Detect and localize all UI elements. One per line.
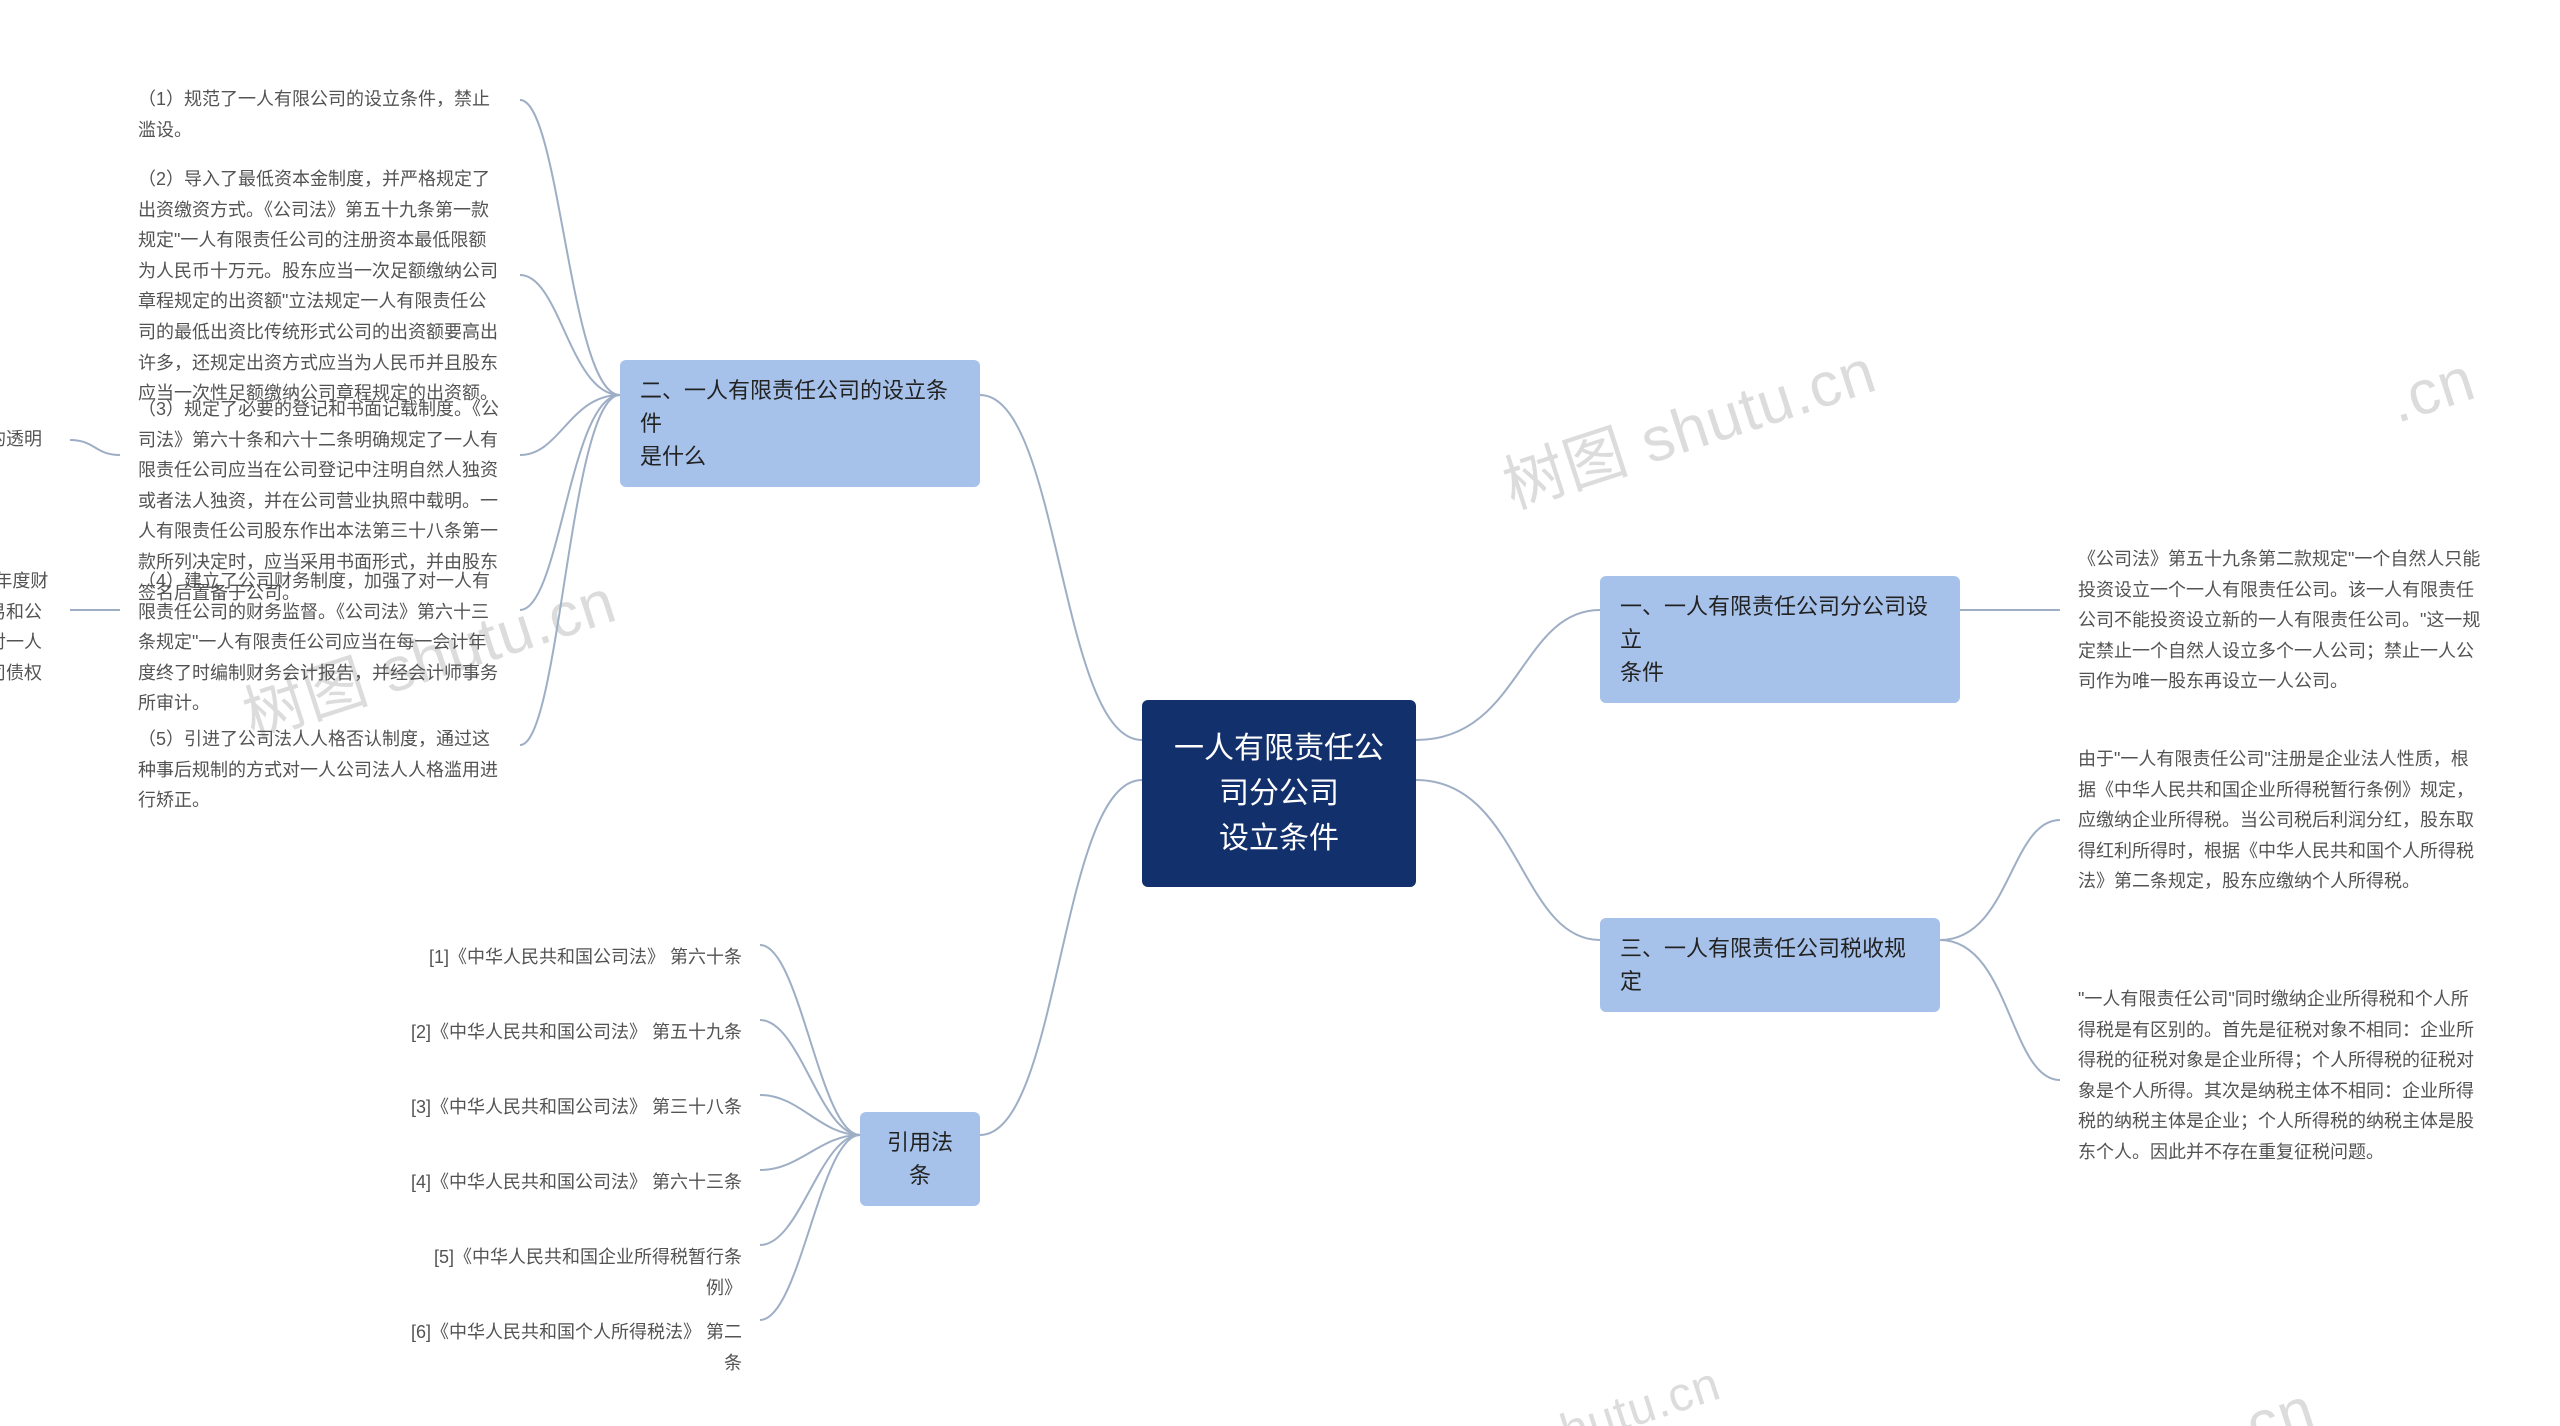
branch-refs-label: 引用法条	[887, 1130, 953, 1188]
branch-right-3-label: 三、一人有限责任公司税收规定	[1620, 936, 1906, 994]
branch2-leaf4: （4）建立了公司财务制度，加强了对一人有限责任公司的财务监督。《公司法》第六十三…	[120, 552, 520, 733]
root-title-line2: 设立条件	[1174, 816, 1384, 861]
root-title-line1: 一人有限责任公司分公司	[1174, 726, 1384, 816]
branch-right-1[interactable]: 一、一人有限责任公司分公司设立 条件	[1600, 576, 1960, 703]
branch-right-1-label: 一、一人有限责任公司分公司设立 条件	[1620, 594, 1928, 685]
branch2-leaf3-extra: 这一规定提高了一人有限责任公司的透明度，有利于债权人对其进行监督。	[0, 410, 70, 499]
ref-item-4: [4]《中华人民共和国公司法》 第六十三条	[390, 1153, 760, 1212]
branch-right-1-leaf: 《公司法》第五十九条第二款规定"一个自然人只能投资设立一个一人有限责任公司。该一…	[2060, 530, 2500, 711]
watermark: .cn	[2220, 1374, 2323, 1426]
mindmap-canvas: 树图 shutu.cn 树图 shutu.cn .cn .cn , shutu.…	[0, 0, 2560, 1426]
watermark: .cn	[2380, 344, 2483, 438]
branch2-leaf5: （5）引进了公司法人人格否认制度，通过这种事后规制的方式对一人公司法人人格滥用进…	[120, 710, 520, 830]
branch-right-3-leaf1: 由于"一人有限责任公司"注册是企业法人性质，根据《中华人民共和国企业所得税暂行条…	[2060, 730, 2500, 911]
branch2-leaf1: （1）规范了一人有限公司的设立条件，禁止滥设。	[120, 70, 520, 159]
ref-item-2: [2]《中华人民共和国公司法》 第五十九条	[390, 1003, 760, 1062]
root-node[interactable]: 一人有限责任公司分公司 设立条件	[1142, 700, 1416, 887]
ref-item-6: [6]《中华人民共和国个人所得税法》 第二条	[390, 1303, 760, 1392]
watermark: shutu.cn	[1530, 1356, 1727, 1426]
branch-left-2[interactable]: 二、一人有限责任公司的设立条件 是什么	[620, 360, 980, 487]
branch2-leaf4-extra: "这一规定可以及时了解一人公司的年度财务状况，防止一人公司进行自我交易和公司财产…	[0, 552, 70, 733]
branch-right-3[interactable]: 三、一人有限责任公司税收规定	[1600, 918, 1940, 1012]
ref-item-1: [1]《中华人民共和国公司法》 第六十条	[390, 928, 760, 987]
branch-right-3-leaf2: "一人有限责任公司"同时缴纳企业所得税和个人所得税是有区别的。首先是征税对象不相…	[2060, 970, 2500, 1182]
branch-left-2-label: 二、一人有限责任公司的设立条件 是什么	[640, 378, 948, 469]
watermark: 树图 shutu.cn	[1490, 321, 1885, 526]
ref-item-3: [3]《中华人民共和国公司法》 第三十八条	[390, 1078, 760, 1137]
branch-refs[interactable]: 引用法条	[860, 1112, 980, 1206]
